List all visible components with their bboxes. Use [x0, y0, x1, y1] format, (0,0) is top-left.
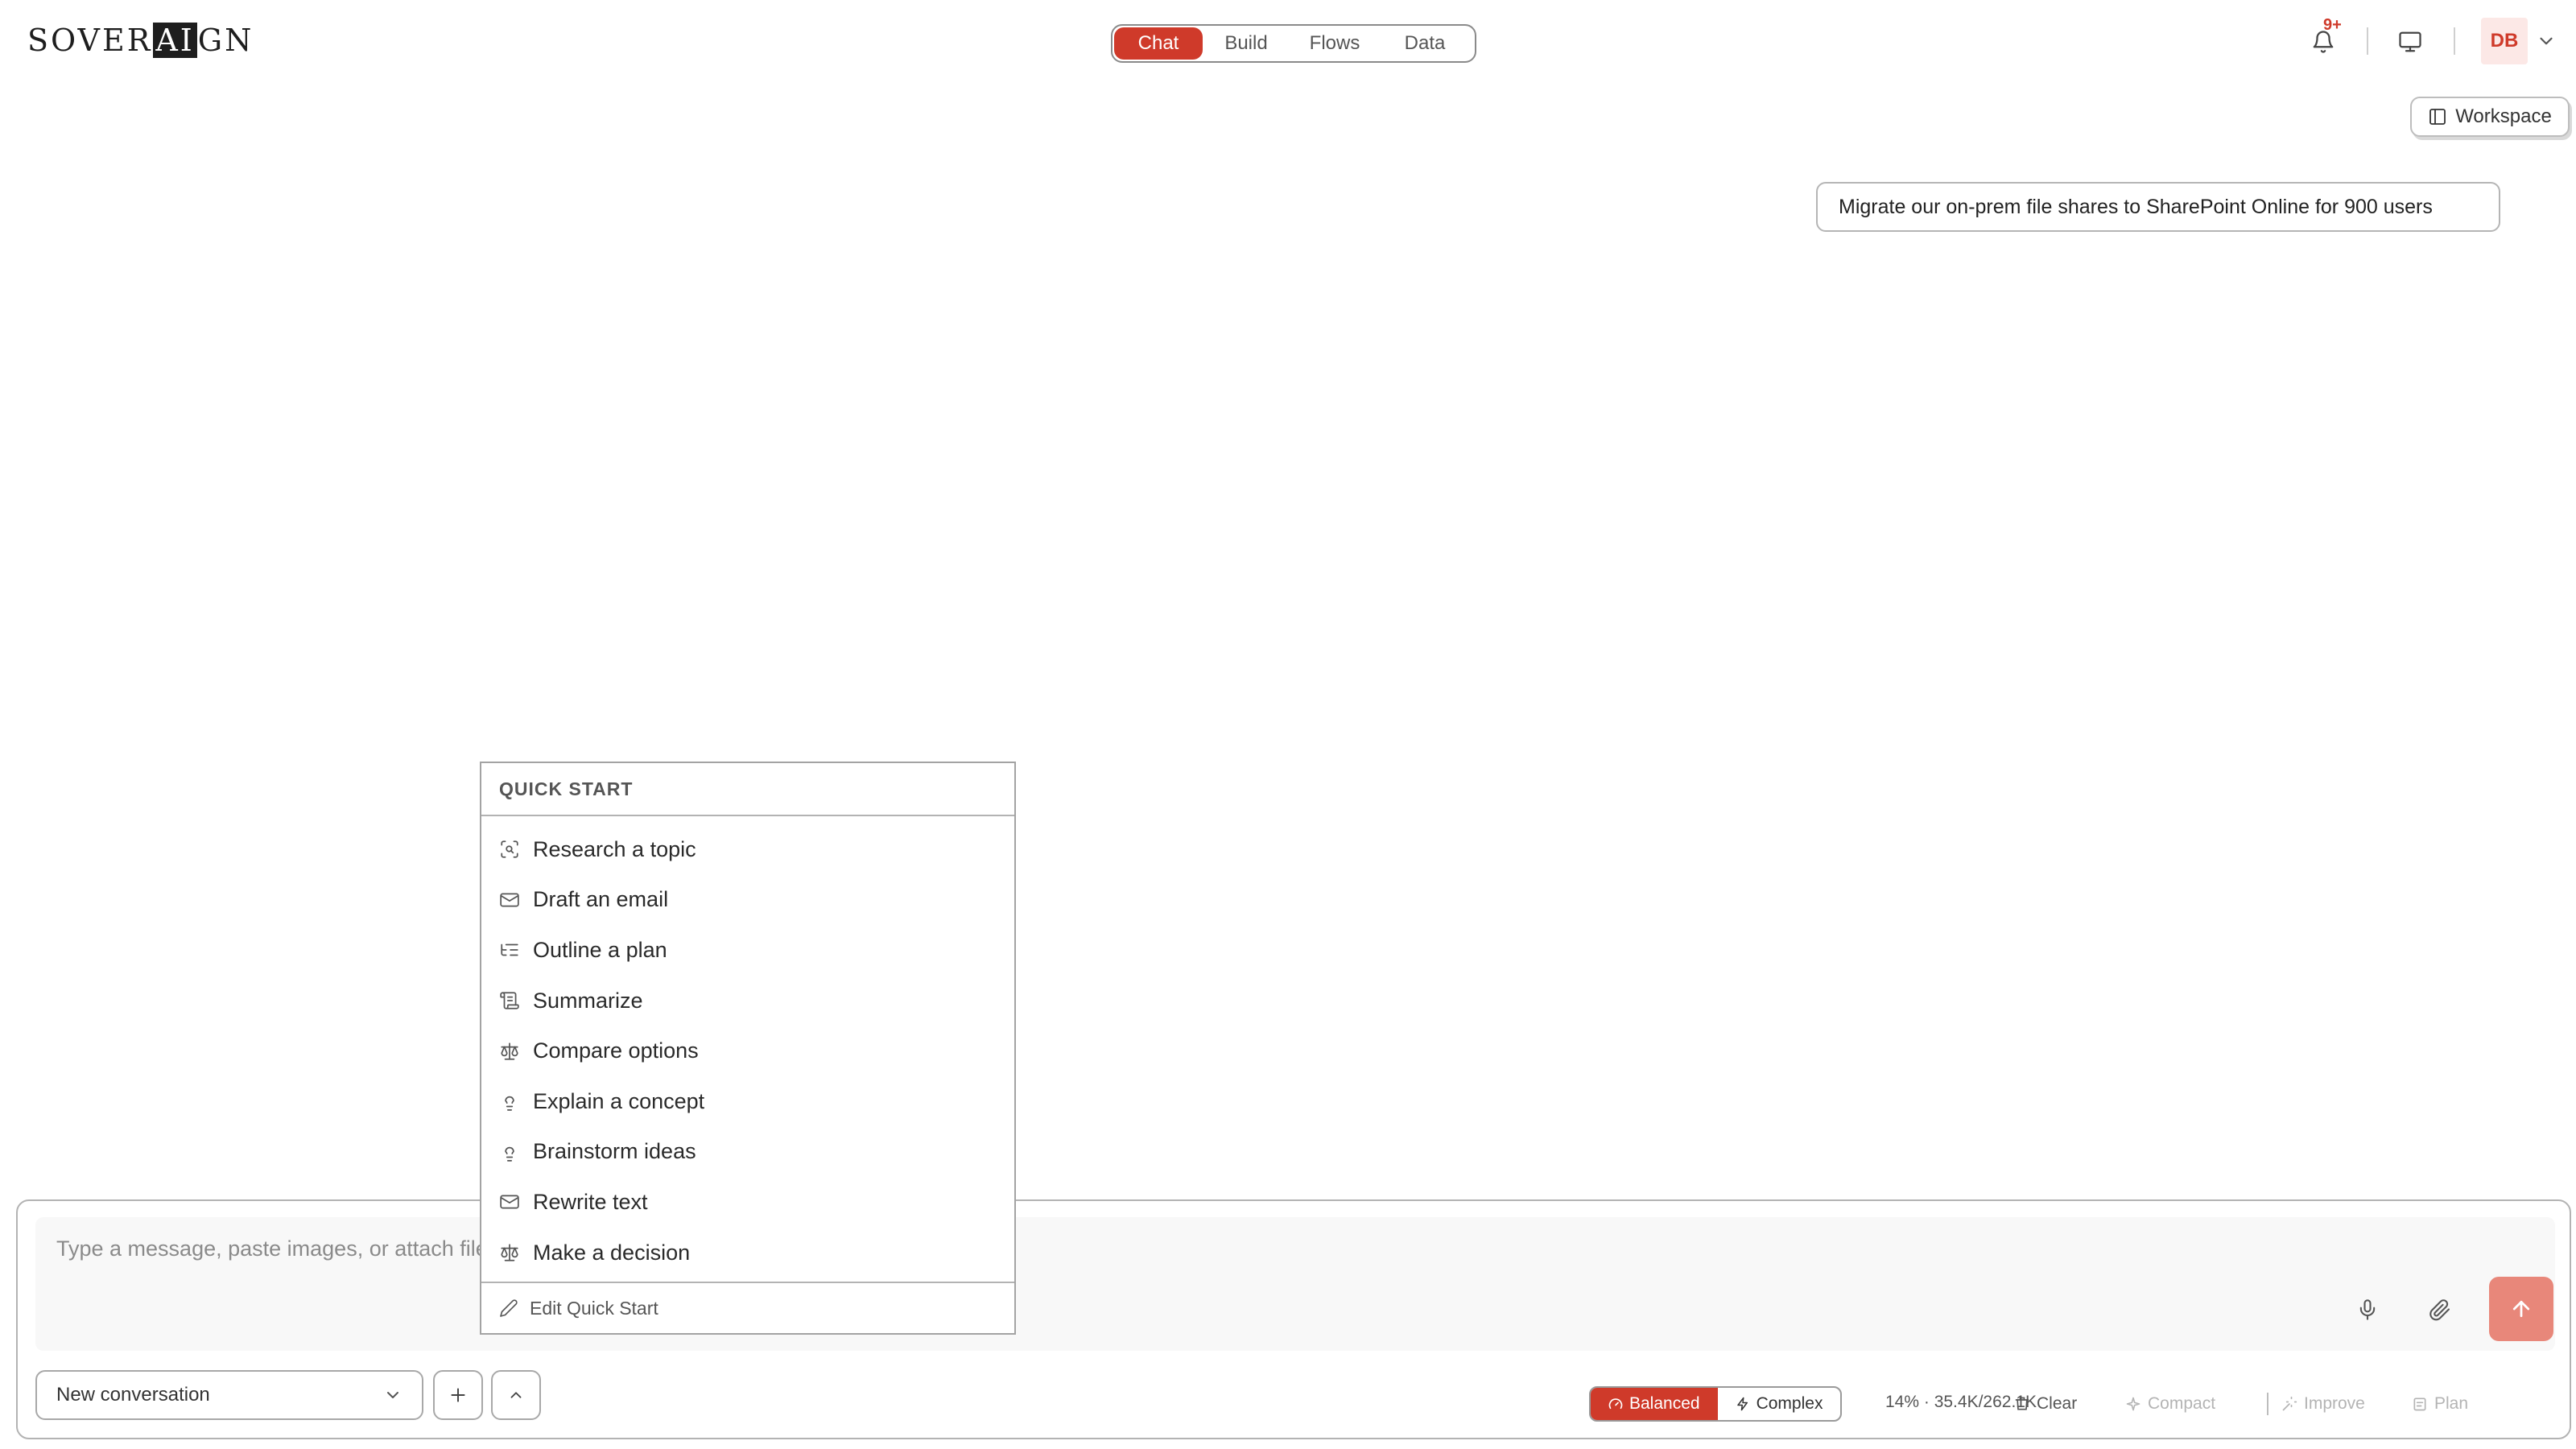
chevron-down-icon [383, 1385, 402, 1405]
toolbar-divider [2267, 1393, 2268, 1415]
scan-search-icon [499, 839, 520, 860]
app-logo[interactable]: SOVER AI GN [27, 21, 254, 60]
gauge-icon [1608, 1397, 1623, 1411]
mode-balanced-label: Balanced [1629, 1394, 1700, 1413]
quick-start-item-summarize[interactable]: Summarize [481, 976, 1014, 1026]
plan-button-label: Plan [2434, 1394, 2469, 1413]
lightbulb-icon [499, 1141, 520, 1162]
mode-complex[interactable]: Complex [1718, 1388, 1841, 1420]
logo-text-start: SOVER [27, 23, 153, 58]
quick-start-title: QUICK START [481, 763, 1014, 816]
scale-icon [499, 1041, 520, 1062]
user-message-bubble: Migrate our on-prem file shares to Share… [1816, 182, 2500, 232]
quick-start-item-label: Brainstorm ideas [533, 1139, 696, 1164]
sparkle-icon [2125, 1396, 2141, 1412]
quick-start-item-label: Outline a plan [533, 937, 667, 962]
tab-chat[interactable]: Chat [1114, 27, 1203, 60]
compact-button-label: Compact [2148, 1394, 2216, 1413]
magic-wand-icon [2281, 1396, 2297, 1412]
quick-start-item-rewrite[interactable]: Rewrite text [481, 1177, 1014, 1228]
quick-start-item-label: Explain a concept [533, 1088, 705, 1113]
user-avatar[interactable]: DB [2481, 18, 2528, 64]
main-nav-tabs: Chat Build Flows Data [1111, 24, 1476, 63]
quick-start-item-label: Draft an email [533, 887, 669, 912]
quick-start-toggle-button[interactable] [491, 1370, 541, 1420]
tab-data[interactable]: Data [1380, 27, 1470, 60]
monitor-icon[interactable] [2394, 26, 2426, 58]
quick-start-item-explain[interactable]: Explain a concept [481, 1076, 1014, 1127]
logo-text-end: GN [197, 23, 254, 58]
pencil-icon [499, 1298, 518, 1318]
conversation-select[interactable]: New conversation [35, 1370, 423, 1420]
mode-complex-label: Complex [1756, 1394, 1823, 1413]
workspace-button[interactable]: Workspace [2410, 97, 2570, 137]
header-divider [2454, 27, 2455, 55]
quick-start-item-draft-email[interactable]: Draft an email [481, 875, 1014, 926]
clear-button-label: Clear [2037, 1394, 2078, 1413]
reasoning-mode-toggle: Balanced Complex [1589, 1386, 1843, 1422]
lightbulb-icon [499, 1091, 520, 1112]
improve-button[interactable]: Improve [2281, 1388, 2365, 1420]
send-button[interactable] [2489, 1277, 2553, 1341]
message-input[interactable] [35, 1217, 2555, 1351]
mail-icon [499, 1191, 520, 1212]
arrow-up-icon [2509, 1297, 2533, 1321]
quick-start-item-outline-plan[interactable]: Outline a plan [481, 925, 1014, 976]
workspace-button-label: Workspace [2455, 105, 2552, 127]
edit-quick-start-label: Edit Quick Start [530, 1297, 658, 1319]
quick-start-item-label: Research a topic [533, 836, 696, 861]
mode-balanced[interactable]: Balanced [1591, 1388, 1718, 1420]
quick-start-item-label: Rewrite text [533, 1189, 648, 1214]
new-conversation-button[interactable] [433, 1370, 483, 1420]
quick-start-item-label: Make a decision [533, 1240, 691, 1265]
chevron-down-icon[interactable] [2536, 31, 2557, 52]
trash-icon [2014, 1396, 2030, 1412]
chevron-up-icon [507, 1386, 525, 1404]
microphone-icon[interactable] [2347, 1290, 2388, 1330]
quick-start-item-decision[interactable]: Make a decision [481, 1228, 1014, 1278]
quick-start-list: Research a topic Draft an email Outline … [481, 816, 1014, 1278]
quick-start-item-brainstorm[interactable]: Brainstorm ideas [481, 1127, 1014, 1178]
scale-icon [499, 1242, 520, 1263]
conversation-select-value: New conversation [56, 1384, 210, 1406]
edit-quick-start-button[interactable]: Edit Quick Start [481, 1282, 1014, 1333]
zap-icon [1736, 1397, 1750, 1411]
message-composer: New conversation Balanced Complex 14% · … [16, 1199, 2571, 1439]
logo-text-accent: AI [153, 23, 197, 58]
list-tree-icon [499, 939, 520, 960]
compact-button[interactable]: Compact [2125, 1388, 2215, 1420]
tab-build[interactable]: Build [1203, 27, 1290, 60]
tab-flows[interactable]: Flows [1290, 27, 1380, 60]
quick-start-item-label: Summarize [533, 988, 643, 1013]
notifications-badge: 9+ [2323, 16, 2342, 34]
panel-icon [2428, 107, 2447, 126]
quick-start-item-label: Compare options [533, 1038, 699, 1063]
plus-icon [448, 1385, 469, 1406]
improve-button-label: Improve [2304, 1394, 2365, 1413]
header-divider [2367, 27, 2368, 55]
clipboard-list-icon [2412, 1396, 2428, 1412]
quick-start-menu: QUICK START Research a topic Draft an em… [480, 762, 1016, 1335]
quick-start-item-compare[interactable]: Compare options [481, 1026, 1014, 1076]
plan-button[interactable]: Plan [2412, 1388, 2468, 1420]
scroll-text-icon [499, 990, 520, 1011]
quick-start-item-research[interactable]: Research a topic [481, 824, 1014, 875]
mail-icon [499, 890, 520, 910]
clear-button[interactable]: Clear [2014, 1388, 2077, 1420]
paperclip-icon[interactable] [2420, 1290, 2460, 1330]
